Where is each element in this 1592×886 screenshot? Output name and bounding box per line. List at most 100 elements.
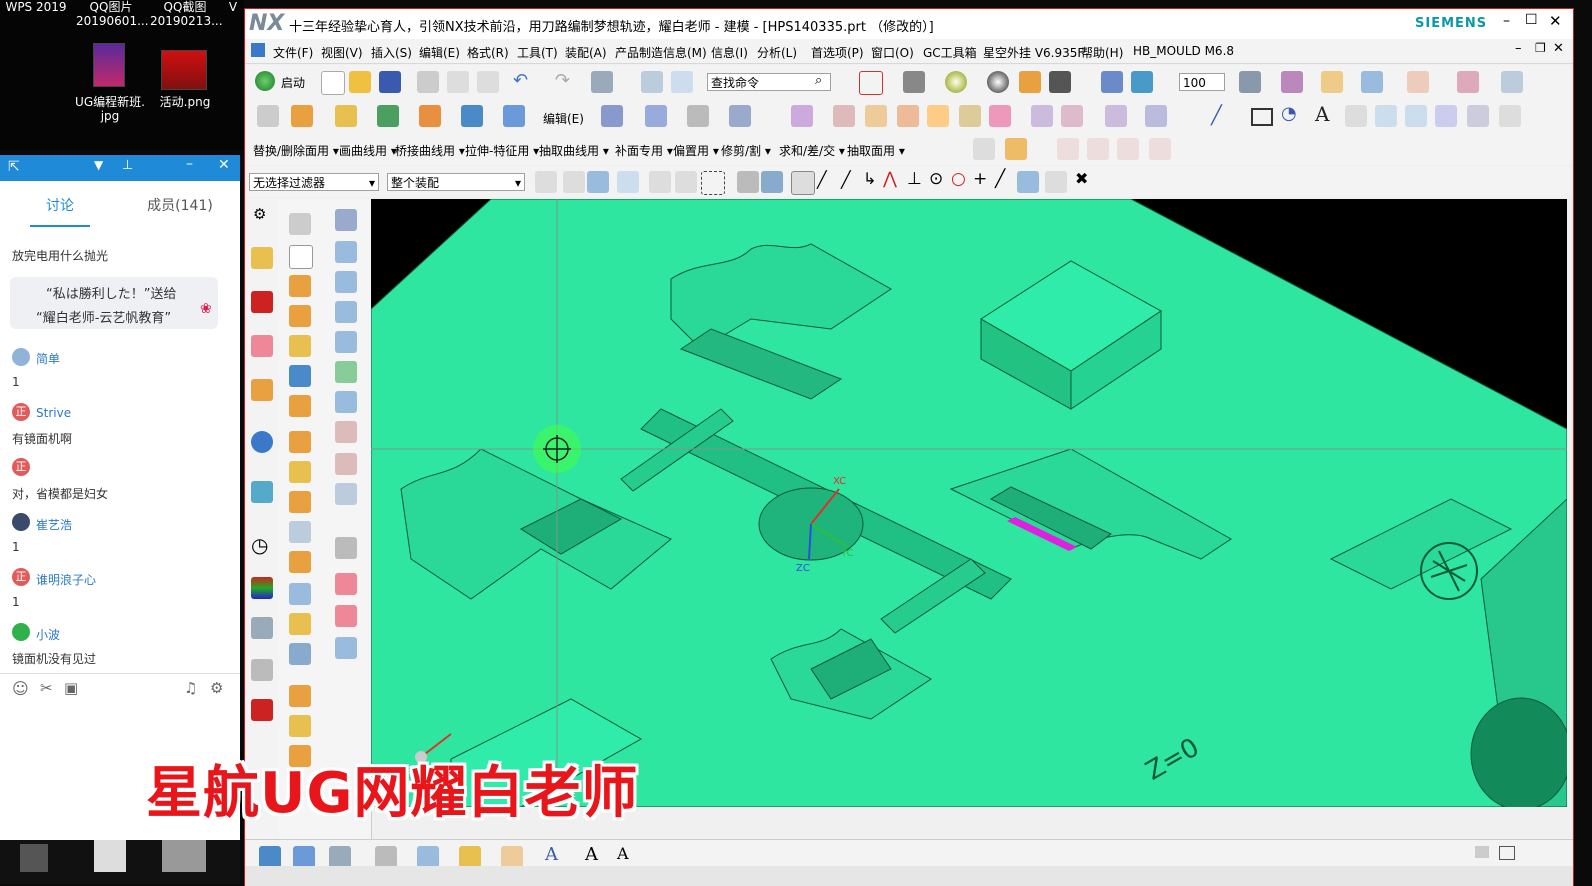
- section-icon[interactable]: [1131, 71, 1153, 93]
- sketch-icon[interactable]: [257, 105, 279, 127]
- measure-icon[interactable]: [1321, 71, 1343, 93]
- pocket-icon[interactable]: [289, 335, 311, 357]
- menu-insert[interactable]: 插入(S): [371, 44, 412, 61]
- text-style-icon[interactable]: A: [617, 844, 629, 863]
- menu-edit[interactable]: 编辑(E): [419, 44, 460, 61]
- history-icon[interactable]: [251, 481, 273, 503]
- blend-icon[interactable]: [1105, 105, 1127, 127]
- curve-mesh-icon[interactable]: [335, 331, 357, 353]
- mesh-icon[interactable]: [687, 105, 709, 127]
- point-on-face-icon[interactable]: [1017, 171, 1039, 193]
- pin-icon[interactable]: ⊥: [122, 158, 133, 173]
- menu-replace-delete-face[interactable]: 替换/删除面用 ▾: [253, 142, 339, 159]
- pattern-vert-icon[interactable]: [289, 491, 311, 513]
- menu-assembly[interactable]: 装配(A): [565, 44, 607, 61]
- dimension-icon[interactable]: [1407, 71, 1429, 93]
- document-icon[interactable]: [94, 840, 126, 872]
- mesh-surface-icon[interactable]: [335, 241, 357, 263]
- app-menu-icon[interactable]: [251, 43, 265, 57]
- extension-icon[interactable]: [335, 637, 357, 659]
- intersection-icon[interactable]: ⋀: [883, 169, 897, 189]
- menu-offset[interactable]: 偏置用 ▾: [673, 142, 719, 159]
- undo-icon[interactable]: ↶: [513, 70, 528, 91]
- pattern-icon[interactable]: [927, 105, 949, 127]
- graphics-viewport[interactable]: XC YC ZC Z=0: [371, 199, 1567, 807]
- pad-icon[interactable]: [289, 395, 311, 417]
- menu-help[interactable]: 帮助(H): [1081, 44, 1123, 61]
- web-browser-icon[interactable]: [251, 431, 273, 453]
- block-icon[interactable]: [419, 105, 441, 127]
- select-body-icon[interactable]: [737, 171, 759, 193]
- part-navigator-icon[interactable]: [251, 335, 273, 357]
- draft-icon[interactable]: [1031, 105, 1053, 127]
- trim-body-icon[interactable]: [791, 105, 813, 127]
- image-icon[interactable]: ▣: [64, 679, 78, 697]
- select-previous-icon[interactable]: [675, 171, 697, 193]
- through-curves-icon[interactable]: [335, 301, 357, 323]
- desktop-icon-activity-png[interactable]: 活动.png: [150, 95, 220, 109]
- view-orient-icon[interactable]: [1101, 71, 1123, 93]
- close-icon[interactable]: ✕: [1549, 12, 1562, 30]
- delete-face-icon[interactable]: [897, 105, 919, 127]
- mid-point-icon[interactable]: ╱: [841, 170, 851, 189]
- fit-view-icon[interactable]: [859, 71, 883, 95]
- zoom-combo[interactable]: 100: [1179, 73, 1225, 91]
- copy-icon[interactable]: [447, 71, 469, 93]
- note-icon[interactable]: A: [585, 844, 598, 865]
- trim-body-vert-icon[interactable]: [289, 551, 311, 573]
- menu-trim-split[interactable]: 修剪/割 ▾: [721, 142, 771, 159]
- color-palette-icon[interactable]: [251, 577, 273, 599]
- fill-surface-icon[interactable]: [335, 605, 357, 627]
- menu-pmi[interactable]: 产品制造信息(M): [615, 44, 707, 61]
- offset-icon[interactable]: [833, 105, 855, 127]
- studio-surface-icon[interactable]: [335, 361, 357, 383]
- gear-icon[interactable]: ⚙: [210, 679, 223, 697]
- bottom-tool-icon[interactable]: [375, 846, 397, 868]
- menu-file[interactable]: 文件(F): [273, 44, 313, 61]
- hole-icon[interactable]: [377, 105, 399, 127]
- png-file-icon[interactable]: [161, 50, 207, 90]
- extrude-vert-icon[interactable]: [289, 275, 311, 297]
- wcs-icon[interactable]: [1457, 71, 1479, 93]
- menu-window[interactable]: 窗口(O): [871, 44, 914, 61]
- doc-close-icon[interactable]: ✕: [1553, 41, 1564, 56]
- end-point-icon[interactable]: ╱: [817, 170, 827, 189]
- tab-discussion[interactable]: 讨论: [0, 195, 120, 215]
- select-component-icon[interactable]: [761, 171, 783, 193]
- chevron-down-icon[interactable]: ▼: [94, 158, 103, 172]
- mold-model-view[interactable]: XC YC ZC Z=0: [371, 199, 1567, 807]
- rect-sketch-icon[interactable]: [289, 245, 313, 269]
- draft-analysis-icon[interactable]: [1005, 138, 1027, 160]
- tools-icon[interactable]: ✖: [1075, 169, 1088, 188]
- datum-icon[interactable]: [601, 105, 623, 127]
- trim-curve-icon[interactable]: [1057, 138, 1079, 160]
- point-on-curve-icon[interactable]: ╱: [995, 169, 1005, 189]
- menu-boolean[interactable]: 求和/差/交 ▾: [779, 142, 845, 159]
- constraint-navigator-icon[interactable]: [251, 291, 273, 313]
- avatar[interactable]: [12, 513, 30, 531]
- menu-view[interactable]: 视图(V): [321, 44, 363, 61]
- chat-sender-name[interactable]: 简单: [36, 350, 60, 367]
- bottom-tool-icon[interactable]: [459, 846, 481, 868]
- snap-point-icon[interactable]: [791, 171, 815, 195]
- emboss-icon[interactable]: [289, 431, 311, 453]
- doc-restore-icon[interactable]: ❐: [1535, 41, 1546, 55]
- box-select-icon[interactable]: [701, 171, 725, 195]
- arc-center-icon[interactable]: ⊙: [929, 169, 943, 189]
- annotation-icon[interactable]: A: [545, 844, 558, 865]
- split-body-icon[interactable]: [289, 583, 311, 605]
- swept-icon[interactable]: [335, 391, 357, 413]
- edit-menu-button[interactable]: 编辑(E): [543, 110, 584, 127]
- menu-extrude-feature[interactable]: 拉伸-特征用 ▾: [465, 142, 539, 159]
- move-face-icon[interactable]: [1145, 105, 1167, 127]
- mirror-icon[interactable]: [959, 105, 981, 127]
- desktop-icon-qq-image[interactable]: QQ图片 20190601...: [76, 0, 149, 28]
- chat-sender-name[interactable]: 谁明浪子心: [36, 571, 96, 588]
- rectangle-icon[interactable]: [1251, 108, 1273, 126]
- boss-icon[interactable]: [289, 365, 311, 387]
- menu-gc-toolkit[interactable]: GC工具箱: [923, 44, 977, 61]
- desktop-icon-ug-jpg[interactable]: UG编程新班. jpg: [70, 95, 150, 123]
- sew-icon[interactable]: [729, 105, 751, 127]
- save-icon[interactable]: [379, 71, 401, 93]
- filter-reset-icon[interactable]: [535, 171, 557, 193]
